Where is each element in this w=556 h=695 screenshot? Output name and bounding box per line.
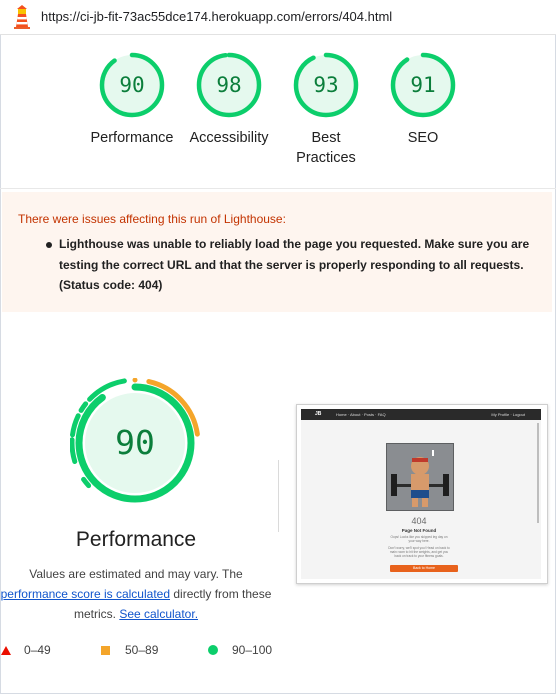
performance-description: Values are estimated and may vary. The p… (0, 564, 272, 624)
legend-pass-range: 90–100 (232, 643, 273, 657)
gauge-seo[interactable]: 91 (390, 52, 456, 118)
performance-gauge-large: 90 (70, 378, 200, 508)
warning-item: Lighthouse was unable to reliably load t… (59, 237, 530, 292)
screenshot-text: Don't worry, we'll spot you! Head on bac… (388, 546, 450, 558)
lighthouse-icon (12, 5, 32, 29)
legend-fail-range: 0–49 (24, 643, 51, 657)
section-divider (0, 188, 556, 189)
screenshot-subheading: Page Not Found (401, 528, 437, 533)
screenshot-scrollbar (537, 423, 539, 523)
url-bar: https://ci-jb-fit-73ac55dce174.herokuapp… (0, 0, 556, 35)
performance-score-link[interactable]: performance score is calculated (1, 587, 170, 601)
circle-pass-icon (208, 645, 218, 655)
see-calculator-link[interactable]: See calculator. (119, 607, 198, 621)
gauge-label[interactable]: Best Practices (291, 128, 361, 168)
gauge-score: 93 (313, 73, 339, 97)
screenshot-hero-image (386, 443, 454, 511)
gauge-label[interactable]: Accessibility (179, 128, 279, 148)
gauge-score: 91 (410, 73, 436, 97)
report-url: https://ci-jb-fit-73ac55dce174.herokuapp… (41, 9, 393, 24)
bullet-icon (46, 242, 52, 248)
legend-average-range: 50–89 (125, 643, 159, 657)
gauge-score: 98 (216, 73, 242, 97)
screenshot-text: Oops! Looks like you skipped leg day on … (390, 535, 448, 543)
desc-text: Values are estimated and may vary. The (29, 567, 243, 581)
screenshot-brand: JB (315, 411, 322, 417)
gauge-performance[interactable]: 90 (99, 52, 165, 118)
square-average-icon (101, 646, 110, 655)
screenshot-page: JB Home · About · Posts · FAQ My Profile… (301, 409, 541, 579)
gauge-label[interactable]: SEO (373, 128, 473, 148)
triangle-fail-icon (1, 646, 11, 655)
weightlifter-illustration (387, 444, 453, 510)
screenshot-home-button: Back to Home (390, 565, 458, 572)
warning-title: There were issues affecting this run of … (18, 212, 286, 226)
gauge-score: 90 (119, 73, 145, 97)
screenshot-nav-links: Home · About · Posts · FAQ (336, 412, 386, 417)
performance-score: 90 (115, 423, 155, 462)
gauge-accessibility[interactable]: 98 (196, 52, 262, 118)
performance-title: Performance (75, 528, 197, 551)
vertical-separator (278, 460, 279, 532)
screenshot-nav-right: My Profile · Logout (491, 412, 525, 417)
screenshot-navbar: JB Home · About · Posts · FAQ My Profile… (301, 409, 541, 420)
final-screenshot[interactable]: JB Home · About · Posts · FAQ My Profile… (296, 404, 548, 584)
screenshot-heading: 404 (411, 516, 427, 526)
gauge-label[interactable]: Performance (82, 128, 182, 148)
gauge-best-practices[interactable]: 93 (293, 52, 359, 118)
